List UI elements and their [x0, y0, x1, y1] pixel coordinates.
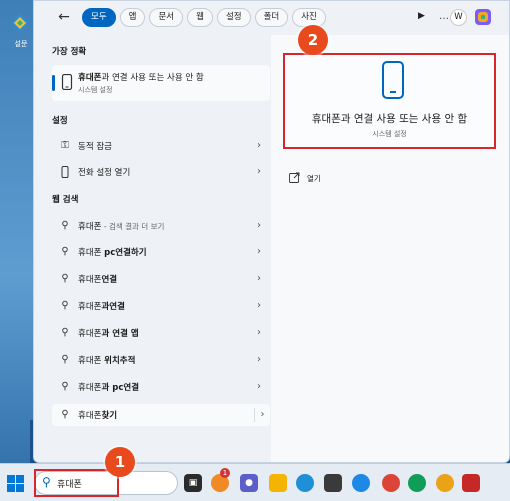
settings-header: 설정 — [52, 116, 68, 126]
search-icon: ⚲ — [61, 354, 69, 365]
selection-accent — [52, 75, 55, 91]
chevron-right-icon[interactable]: › — [254, 272, 264, 286]
search-panel: ← 모두 앱 문서 웹 설정 폴더 사진 ▶ … W 가장 정확 휴대폰과 연결… — [33, 0, 510, 463]
search-icon: ⚲ — [61, 327, 69, 338]
web-result-item[interactable]: ⚲ 휴대폰과 pc연결 › — [52, 376, 270, 398]
tab-documents[interactable]: 문서 — [149, 8, 184, 27]
web-result-item[interactable]: ⚲ 휴대폰연결 › — [52, 268, 270, 290]
callout-step-1: 1 — [105, 447, 135, 477]
search-icon: ⚲ — [61, 300, 69, 311]
web-result-label: 휴대폰 위치추적 — [78, 356, 136, 366]
windows-start-icon[interactable] — [7, 475, 24, 492]
tab-photos[interactable]: 사진 — [292, 8, 326, 27]
task-view-icon[interactable]: ▣ — [184, 474, 202, 492]
edge-icon[interactable] — [296, 474, 314, 492]
chevron-right-icon[interactable]: › — [254, 299, 264, 313]
open-label: 열기 — [307, 174, 321, 183]
best-match-header: 가장 정확 — [52, 47, 87, 57]
chrome-profile-icon[interactable] — [408, 474, 426, 492]
web-result-label: 휴대폰과 연결 앱 — [78, 329, 139, 339]
web-result-label: 휴대폰 pc연결하기 — [78, 248, 147, 258]
best-match-item[interactable]: 휴대폰과 연결 사용 또는 사용 안 함 시스템 설정 — [52, 65, 270, 101]
web-result-label: 휴대폰연결 — [78, 275, 118, 285]
web-result-item[interactable]: ⚲ 휴대폰 pc연결하기 › — [52, 241, 270, 263]
search-icon: ⚲ — [61, 409, 69, 420]
web-result-item[interactable]: ⚲ 휴대폰 위치추적 › — [52, 349, 270, 371]
web-result-label: 휴대폰 - 검색 결과 더 보기 — [78, 222, 165, 232]
chrome-icon[interactable] — [382, 474, 400, 492]
web-result-label: 휴대폰찾기 — [78, 411, 118, 421]
settings-item-label: 동적 잠금 — [78, 142, 112, 152]
chrome-beta-icon[interactable] — [436, 474, 454, 492]
teams-chat-icon[interactable]: ● — [240, 474, 258, 492]
phone-icon — [382, 61, 404, 99]
web-result-label: 휴대폰과연결 — [78, 302, 125, 312]
preview-subtitle: 시스템 설정 — [372, 130, 407, 138]
phone-icon — [61, 166, 69, 178]
search-icon: ⚲ — [61, 246, 69, 257]
settings-item-label: 전화 설정 열기 — [78, 168, 131, 178]
web-result-item[interactable]: ⚲ 휴대폰 - 검색 결과 더 보기 › — [52, 215, 270, 237]
settings-item-dynamic-lock[interactable]: ⚿ 동적 잠금 › — [52, 135, 270, 157]
web-result-item[interactable]: ⚲ 휴대폰찾기 › — [52, 404, 270, 426]
chevron-right-icon[interactable]: › — [254, 408, 270, 422]
file-explorer-icon[interactable] — [269, 474, 287, 492]
play-more-tabs-icon[interactable]: ▶ — [418, 11, 428, 23]
chevron-right-icon[interactable]: › — [254, 219, 264, 233]
app-icon[interactable] — [352, 474, 370, 492]
open-external-icon — [289, 172, 300, 183]
filter-tabs: 모두 앱 문서 웹 설정 폴더 사진 — [82, 8, 326, 27]
back-arrow-icon[interactable]: ← — [55, 8, 73, 26]
tab-folders[interactable]: 폴더 — [254, 8, 289, 27]
web-result-item[interactable]: ⚲ 휴대폰과연결 › — [52, 295, 270, 317]
user-avatar[interactable]: W — [450, 9, 467, 26]
search-icon: ⚲ — [61, 273, 69, 284]
chevron-right-icon[interactable]: › — [254, 139, 264, 153]
chevron-right-icon[interactable]: › — [254, 165, 264, 179]
tab-web[interactable]: 웹 — [187, 8, 213, 27]
web-search-header: 웹 검색 — [52, 195, 79, 205]
phone-icon — [61, 74, 73, 90]
results-list: 가장 정확 휴대폰과 연결 사용 또는 사용 안 함 시스템 설정 설정 ⚿ 동… — [52, 35, 270, 462]
settings-item-phone-settings[interactable]: 전화 설정 열기 › — [52, 161, 270, 183]
preview-hero-highlighted[interactable]: 휴대폰과 연결 사용 또는 사용 안 함 시스템 설정 — [283, 53, 496, 149]
open-action[interactable]: 열기 — [289, 171, 369, 187]
search-icon: ⚲ — [61, 220, 69, 231]
web-result-label: 휴대폰과 pc연결 — [78, 383, 140, 393]
taskbar: ⚲ ▣ 1 ● — [0, 463, 510, 501]
tab-all[interactable]: 모두 — [82, 8, 116, 27]
chevron-right-icon[interactable]: › — [254, 326, 264, 340]
chevron-right-icon[interactable]: › — [254, 380, 264, 394]
chevron-right-icon[interactable]: › — [254, 353, 264, 367]
callout-step-2: 2 — [298, 25, 328, 55]
search-icon: ⚲ — [61, 381, 69, 392]
best-match-title: 휴대폰과 연결 사용 또는 사용 안 함 — [78, 73, 204, 83]
search-filter-bar: ← 모두 앱 문서 웹 설정 폴더 사진 ▶ … W — [34, 1, 509, 35]
chevron-right-icon[interactable]: › — [254, 245, 264, 259]
preview-title: 휴대폰과 연결 사용 또는 사용 안 함 — [311, 113, 468, 125]
preview-pane: 휴대폰과 연결 사용 또는 사용 안 함 시스템 설정 열기 — [271, 35, 509, 462]
app-logo-icon — [11, 14, 29, 32]
tab-settings[interactable]: 설정 — [216, 8, 251, 27]
tab-apps[interactable]: 앱 — [119, 8, 146, 27]
copilot-icon[interactable] — [474, 8, 492, 26]
best-match-subtitle: 시스템 설정 — [78, 86, 113, 94]
app-red-icon[interactable] — [462, 474, 480, 492]
notification-badge: 1 — [220, 468, 230, 478]
search-highlight-box — [34, 469, 119, 497]
key-icon: ⚿ — [61, 140, 69, 151]
store-icon[interactable] — [324, 474, 342, 492]
web-result-item[interactable]: ⚲ 휴대폰과 연결 앱 › — [52, 322, 270, 344]
